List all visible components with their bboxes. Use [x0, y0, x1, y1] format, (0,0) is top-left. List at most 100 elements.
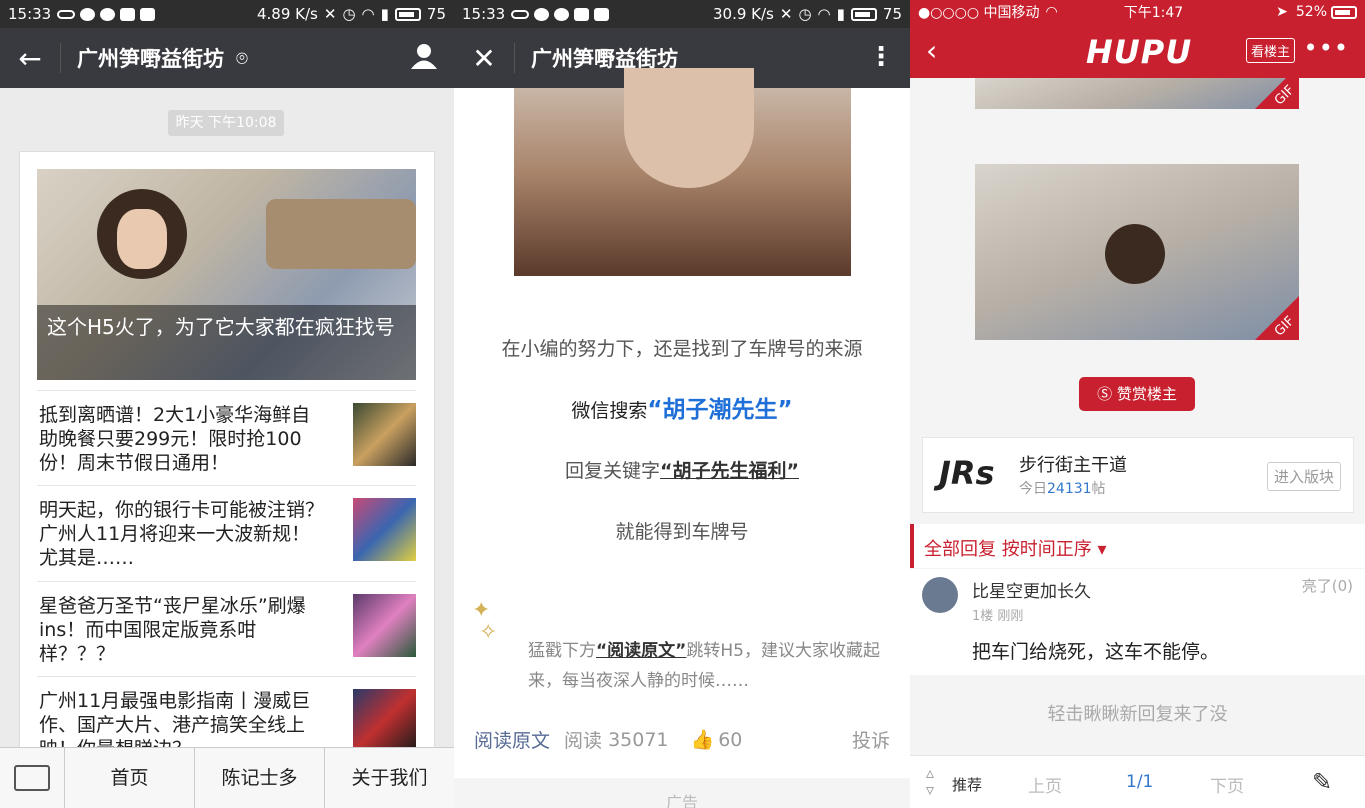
battery-level: 75 [426, 5, 446, 23]
article-line: 回复关键字“胡子先生福利” [565, 460, 799, 482]
infinity-icon [511, 9, 530, 19]
prev-page-button[interactable]: 上页 [1028, 772, 1062, 797]
highlight-account: “胡子潮先生” [647, 397, 793, 423]
reply-sort-bar[interactable]: 全部回复 按时间正序 ▾ [910, 524, 1365, 568]
read-count: 35071 [608, 728, 669, 751]
news-item[interactable]: 明天起，你的银行卡可能被注销？广州人11月将迎来一大波新规！尤其是…… [37, 485, 416, 582]
news-title: 明天起，你的银行卡可能被注销？广州人11月将迎来一大波新规！尤其是…… [39, 499, 325, 569]
top-bar: ← 广州笋嘢益街坊 ⌾ [0, 28, 454, 88]
carrier: ●○○○○ 中国移动 [918, 5, 1040, 21]
keyboard-toggle[interactable] [0, 748, 65, 808]
load-new-replies[interactable]: 轻击瞅瞅新回复来了没 [910, 700, 1365, 726]
board-name: 步行街主干道 [1019, 455, 1127, 476]
only-op-button[interactable]: 看楼主 [1245, 38, 1295, 63]
more-icon[interactable]: ••• [1304, 34, 1349, 62]
ad-label: 广告 [454, 778, 910, 808]
chat-icon [80, 7, 96, 21]
news-thumbnail [353, 403, 416, 466]
signal-icon: ▮ [836, 5, 845, 23]
reply-text: 把车门给烧死，这车不能停。 [972, 641, 1220, 663]
infinity-icon [57, 9, 76, 19]
hero-caption: 这个H5火了，为了它大家都在疯狂找号 [37, 305, 416, 380]
battery-icon [850, 7, 877, 21]
wechat-article-panel: 15:33 30.9 K/s ✕ ◷ ◠ ▮ 75 ✕ 广州笋嘢益街坊 ⋮ 在小… [454, 0, 910, 808]
message-icon [100, 7, 116, 21]
image-icon [594, 7, 610, 21]
article-line: 在小编的努力下，还是找到了车牌号的来源 [501, 338, 863, 360]
updown-icon[interactable]: ▵ ▿ [926, 764, 934, 798]
alarm-icon: ◷ [798, 5, 812, 23]
network-speed: 30.9 K/s [713, 5, 774, 23]
news-thumbnail [353, 689, 416, 752]
reply-meta: 1楼 刚刚 [972, 609, 1024, 624]
battery-level: 52% [1295, 4, 1327, 20]
account-title: 广州笋嘢益街坊 [77, 47, 224, 71]
back-chevron-icon[interactable]: ‹ [926, 34, 937, 67]
news-item[interactable]: 星爸爸万圣节“丧尸星冰乐”刷爆ins！而中国限定版竟系咁样？？？ [37, 581, 416, 678]
news-title: 星爸爸万圣节“丧尸星冰乐”刷爆ins！而中国限定版竟系咁样？？？ [39, 595, 306, 665]
wifi-icon: ◠ [817, 5, 831, 23]
page-indicator[interactable]: 1/1 [1126, 772, 1153, 792]
avatar[interactable] [922, 577, 958, 613]
wifi-icon: ◠ [361, 5, 375, 23]
like-button[interactable]: 👍 60 [690, 728, 743, 752]
next-page-button[interactable]: 下页 [1210, 772, 1244, 797]
sparkle-icon: ✦ ✧ [472, 598, 498, 645]
thumbs-up-icon: 👍 [690, 729, 715, 751]
coin-icon: Ⓢ [1097, 385, 1113, 403]
account-menu-bar: 首页 陈记士多 关于我们 [0, 747, 454, 808]
news-title: 抵到离晒谱！2大1小豪华海鲜自助晚餐只要299元！限时抢100份！周末节假日通用… [39, 404, 311, 474]
close-icon[interactable]: ✕ [454, 42, 514, 75]
read-label: 阅读 [564, 730, 603, 752]
hupu-thread-panel: ●○○○○ 中国移动 ◠ 下午1:47 ➤ 52% ‹ HUPU 看楼主 •••… [910, 0, 1365, 808]
mute-icon: ✕ [779, 5, 793, 23]
battery-level: 75 [882, 5, 902, 23]
network-speed: 4.89 K/s [257, 5, 318, 23]
news-item[interactable]: 抵到离晒谱！2大1小豪华海鲜自助晚餐只要299元！限时抢100份！周末节假日通用… [37, 390, 416, 487]
chat-timestamp: 昨天 下午10:08 [168, 110, 284, 136]
article-paragraph: 猛戳下方“阅读原文”跳转H5，建议大家收藏起来，每当夜深人静的时候…… [528, 641, 880, 691]
location-icon: ➤ [1276, 4, 1288, 20]
alarm-icon: ◷ [342, 5, 356, 23]
wifi-icon: ◠ [1045, 4, 1058, 20]
status-bar: ●○○○○ 中国移动 ◠ 下午1:47 ➤ 52% [910, 0, 1365, 24]
enter-board-button[interactable]: 进入版块 [1266, 462, 1341, 491]
board-stats: 今日24131帖 [1019, 481, 1106, 497]
sort-label: 全部回复 按时间正序 ▾ [924, 539, 1107, 560]
gif-image[interactable]: GIF [975, 164, 1299, 340]
highlight-keyword: “胡子先生福利” [660, 460, 799, 482]
profile-icon[interactable] [410, 42, 438, 77]
article-line: 微信搜索“胡子潮先生” [571, 397, 793, 423]
jrs-logo: JRs [939, 454, 995, 492]
news-thumbnail [353, 594, 416, 657]
battery-icon [394, 7, 421, 21]
location-pin-icon: ⌾ [236, 46, 248, 70]
image-icon [140, 7, 156, 21]
reply-item[interactable]: 比星空更加长久 1楼 刚刚 亮了(0) 把车门给烧死，这车不能停。 [910, 569, 1365, 675]
board-card: JRs 步行街主干道 今日24131帖 进入版块 [922, 437, 1354, 513]
hero-article[interactable]: 这个H5火了，为了它大家都在疯狂找号 [37, 169, 416, 380]
menu-store[interactable]: 陈记士多 [195, 748, 325, 808]
compose-icon[interactable]: ✎ [1312, 768, 1332, 796]
like-count: 60 [718, 728, 743, 751]
status-time: 15:33 [8, 5, 52, 23]
signal-icon: ▮ [380, 5, 389, 23]
message-icon [554, 7, 570, 21]
battery-icon [1331, 5, 1357, 19]
back-arrow-icon[interactable]: ← [0, 42, 60, 75]
light-count[interactable]: 亮了(0) [1302, 575, 1353, 596]
reward-op-button[interactable]: Ⓢ 赞赏楼主 [1079, 377, 1195, 411]
status-time: 下午1:47 [1123, 5, 1184, 21]
more-vertical-icon[interactable]: ⋮ [868, 42, 894, 72]
reply-username[interactable]: 比星空更加长久 [972, 577, 1091, 602]
menu-home[interactable]: 首页 [65, 748, 195, 808]
report-link[interactable]: 投诉 [852, 726, 890, 753]
article-metrics: 阅读原文 阅读 35071 👍 60 投诉 [474, 726, 890, 753]
recommend-button[interactable]: 推荐 [952, 774, 982, 795]
chat-icon [534, 7, 550, 21]
mute-icon: ✕ [323, 5, 337, 23]
menu-about[interactable]: 关于我们 [325, 748, 454, 808]
status-time: 15:33 [462, 5, 506, 23]
gif-image[interactable]: GIF [975, 78, 1299, 109]
read-original-link[interactable]: 阅读原文 [474, 726, 550, 753]
